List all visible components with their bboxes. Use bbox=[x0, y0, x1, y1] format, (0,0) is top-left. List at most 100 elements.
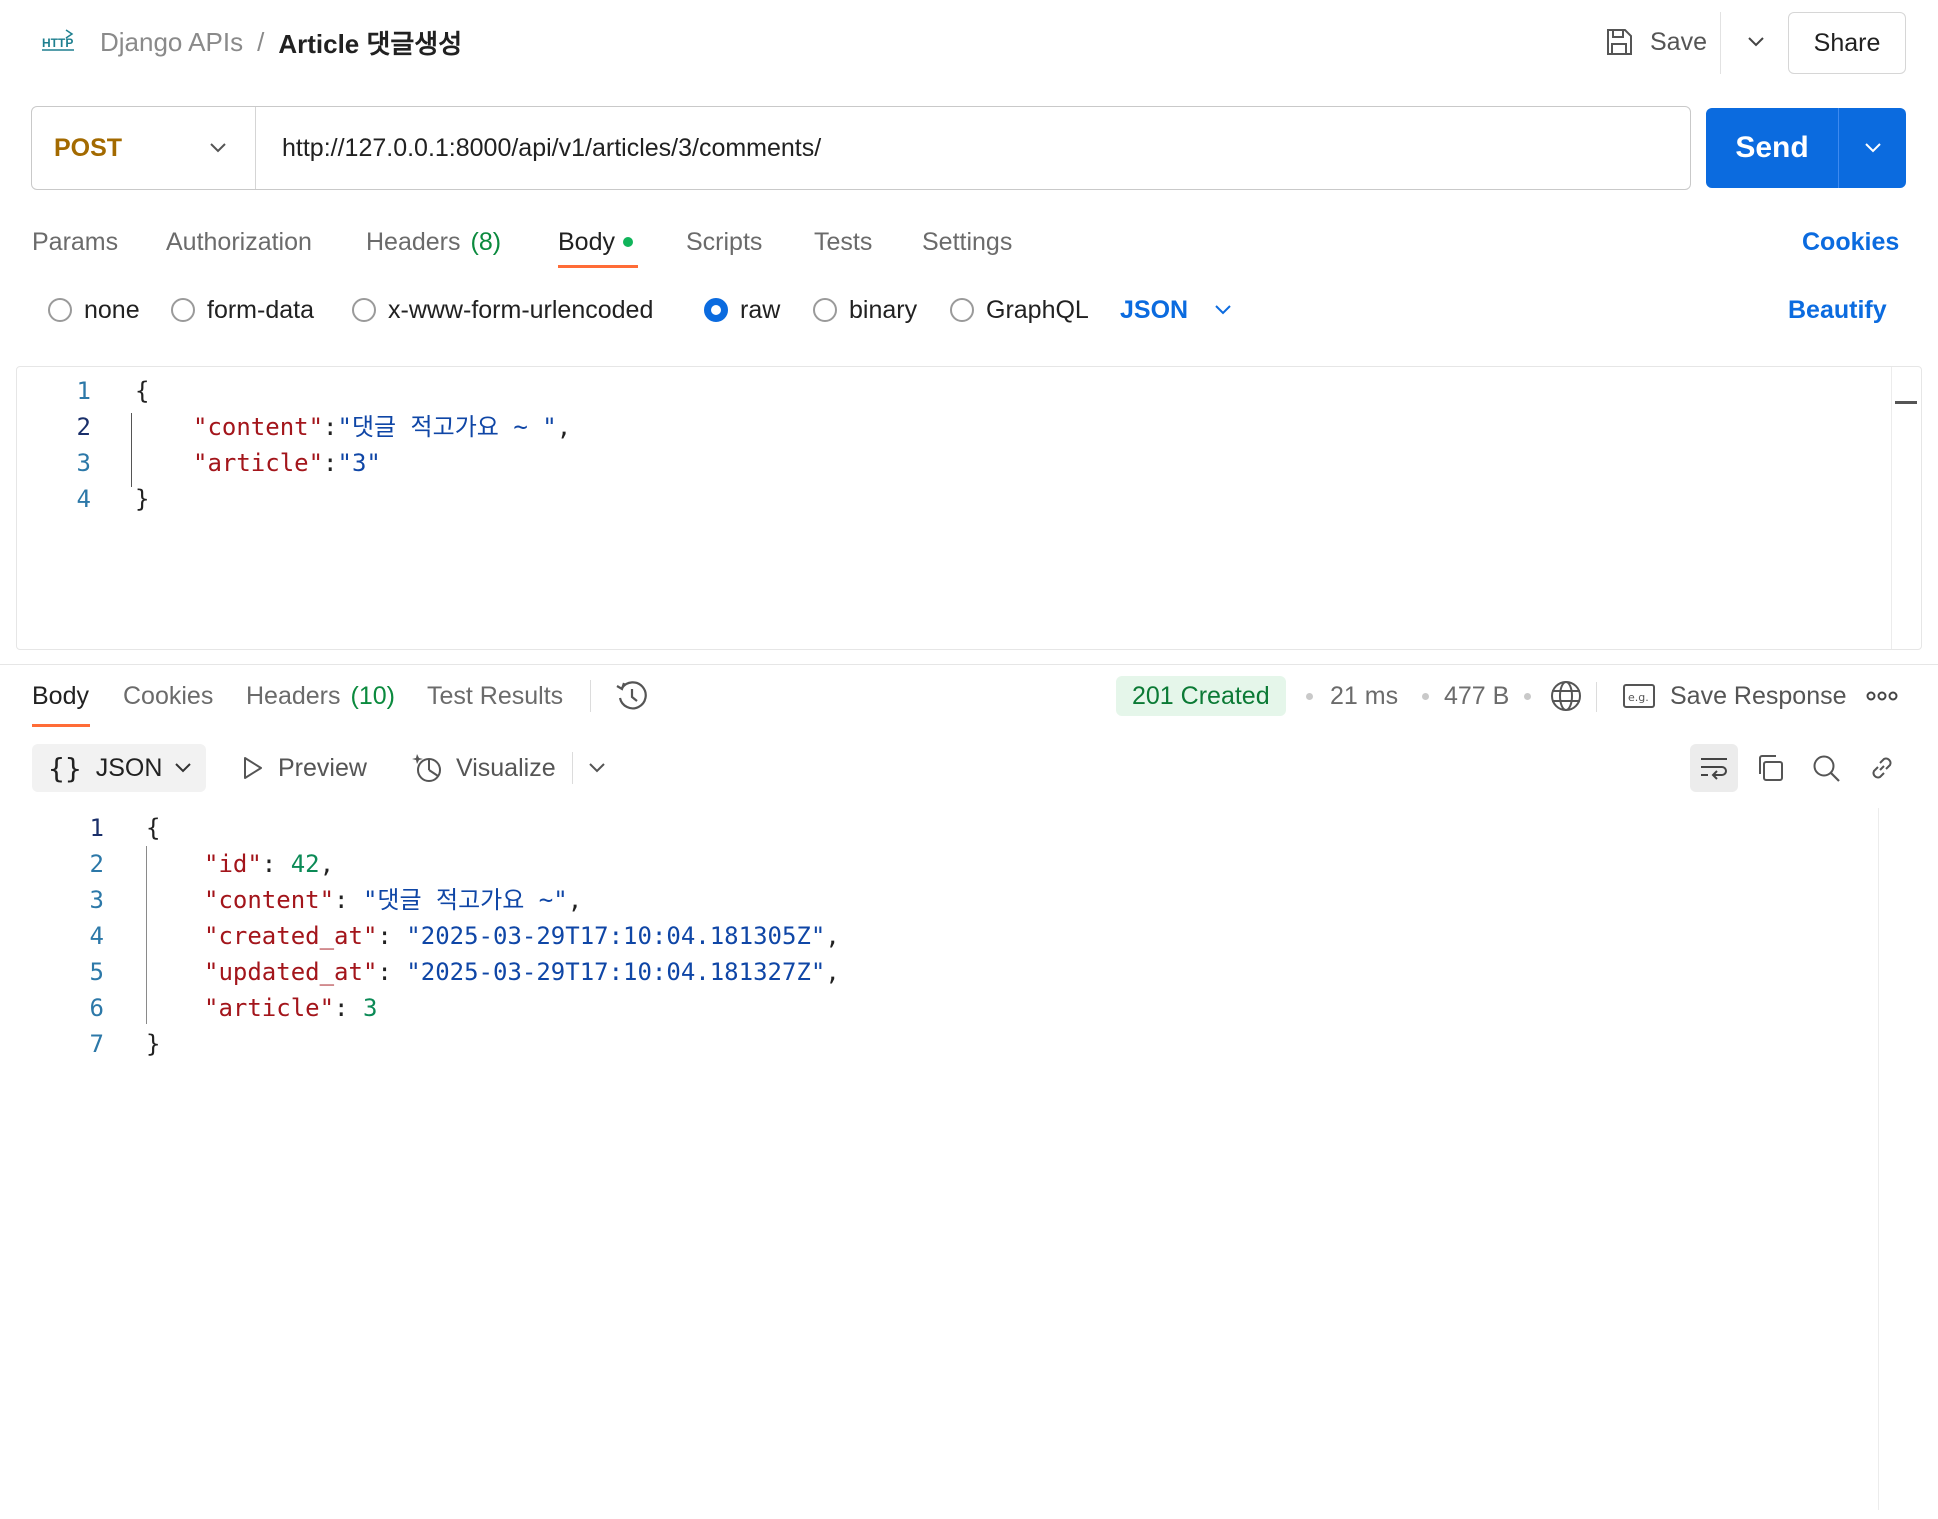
code-line: 1 { bbox=[17, 373, 571, 409]
radio-none[interactable]: none bbox=[48, 290, 140, 330]
tab-headers[interactable]: Headers (8) bbox=[366, 220, 501, 264]
globe-icon[interactable] bbox=[1548, 678, 1584, 714]
response-tab-test-results[interactable]: Test Results bbox=[427, 674, 563, 718]
radio-raw[interactable]: raw bbox=[704, 290, 780, 330]
request-name[interactable]: Article 댓글생성 bbox=[278, 24, 462, 61]
meta-dot bbox=[1306, 693, 1313, 700]
save-options-button[interactable] bbox=[1734, 20, 1778, 64]
beautify-button[interactable]: Beautify bbox=[1788, 290, 1887, 330]
response-tab-cookies[interactable]: Cookies bbox=[123, 674, 213, 718]
send-options-button[interactable] bbox=[1839, 108, 1906, 188]
json-string: "댓글 적고가요 ~" bbox=[362, 886, 568, 914]
response-tab-headers[interactable]: Headers (10) bbox=[246, 674, 395, 718]
active-tab-indicator bbox=[558, 265, 638, 268]
radio-circle-selected bbox=[704, 298, 728, 322]
code-text: "content": "댓글 적고가요 ~", bbox=[104, 882, 582, 918]
more-options-icon[interactable] bbox=[1866, 682, 1898, 710]
indent-guide bbox=[131, 413, 132, 487]
editor-scrollbar[interactable] bbox=[1891, 367, 1921, 649]
send-button-group: Send bbox=[1706, 108, 1906, 188]
pane-resizer[interactable] bbox=[0, 664, 1938, 665]
radio-graphql[interactable]: GraphQL bbox=[950, 290, 1089, 330]
response-body-viewer[interactable]: 1 { 2 "id": 42, 3 "content": "댓글 적고가요 ~"… bbox=[0, 810, 840, 1062]
radio-label: raw bbox=[740, 295, 781, 324]
json-number: 3 bbox=[362, 994, 378, 1022]
tab-scripts[interactable]: Scripts bbox=[686, 220, 762, 264]
search-button[interactable] bbox=[1802, 744, 1850, 792]
scrollbar-thumb[interactable] bbox=[1895, 401, 1917, 404]
response-size[interactable]: 477 B bbox=[1444, 676, 1509, 716]
code-text: "content":"댓글 적고가요 ~ ", bbox=[91, 409, 571, 445]
radio-form-data[interactable]: form-data bbox=[171, 290, 314, 330]
divider bbox=[572, 752, 573, 784]
response-tab-body[interactable]: Body bbox=[32, 674, 89, 718]
save-divider bbox=[1720, 12, 1721, 74]
url-input[interactable]: http://127.0.0.1:8000/api/v1/articles/3/… bbox=[256, 134, 1690, 163]
share-button[interactable]: Share bbox=[1788, 12, 1906, 74]
status-badge[interactable]: 201 Created bbox=[1116, 676, 1286, 716]
json-string: "3" bbox=[337, 449, 381, 477]
json-colon: : bbox=[323, 413, 338, 441]
visualize-button[interactable]: Visualize bbox=[412, 744, 556, 792]
method-select[interactable]: POST bbox=[32, 107, 256, 189]
json-key: "created_at" bbox=[204, 922, 378, 950]
tab-body[interactable]: Body bbox=[558, 220, 633, 264]
link-button[interactable] bbox=[1858, 744, 1906, 792]
radio-circle bbox=[48, 298, 72, 322]
tab-settings[interactable]: Settings bbox=[922, 220, 1012, 264]
json-colon: : bbox=[323, 449, 338, 477]
code-line: 5 "updated_at": "2025-03-29T17:10:04.181… bbox=[0, 954, 840, 990]
tab-label: Authorization bbox=[166, 227, 312, 256]
history-icon[interactable] bbox=[614, 678, 650, 714]
radio-binary[interactable]: binary bbox=[813, 290, 917, 330]
save-button[interactable]: Save bbox=[1604, 20, 1707, 64]
wrap-lines-button[interactable] bbox=[1690, 744, 1738, 792]
meta-dot bbox=[1524, 693, 1531, 700]
active-tab-indicator bbox=[32, 724, 90, 727]
json-string: "2025-03-29T17:10:04.181327Z" bbox=[406, 958, 826, 986]
headers-count: (8) bbox=[470, 227, 502, 256]
code-line: 4 } bbox=[17, 481, 571, 517]
breadcrumb-separator: / bbox=[257, 26, 265, 57]
save-response-button[interactable]: e.g. Save Response bbox=[1622, 676, 1847, 716]
send-button[interactable]: Send bbox=[1706, 131, 1838, 165]
preview-button[interactable]: Preview bbox=[242, 744, 367, 792]
code-line: 1 { bbox=[0, 810, 840, 846]
response-format-select[interactable]: {} JSON bbox=[32, 744, 206, 792]
visualize-icon bbox=[412, 754, 441, 782]
radio-urlencoded[interactable]: x-www-form-urlencoded bbox=[352, 290, 653, 330]
tab-label: Body bbox=[558, 227, 615, 256]
url-bar: POST http://127.0.0.1:8000/api/v1/articl… bbox=[31, 106, 1691, 190]
tab-authorization[interactable]: Authorization bbox=[166, 220, 312, 264]
radio-label: binary bbox=[849, 295, 918, 324]
json-colon: : bbox=[261, 850, 291, 878]
json-string: "댓글 적고가요 ~ " bbox=[337, 413, 557, 441]
save-label: Save bbox=[1650, 27, 1707, 56]
request-code: 1 { 2 "content":"댓글 적고가요 ~ ", 3 "article… bbox=[17, 373, 572, 517]
code-line: 7 } bbox=[0, 1026, 840, 1062]
json-key: "id" bbox=[204, 850, 262, 878]
tab-params[interactable]: Params bbox=[32, 220, 118, 264]
radio-label: x-www-form-urlencoded bbox=[388, 295, 654, 324]
search-icon bbox=[1813, 755, 1840, 782]
language-select[interactable]: JSON bbox=[1120, 290, 1232, 330]
radio-circle bbox=[352, 298, 376, 322]
cookies-link[interactable]: Cookies bbox=[1802, 220, 1899, 264]
request-body-editor[interactable]: 1 { 2 "content":"댓글 적고가요 ~ ", 3 "article… bbox=[16, 366, 1922, 650]
tab-label: Test Results bbox=[427, 681, 564, 710]
response-time[interactable]: 21 ms bbox=[1330, 676, 1398, 716]
collection-link[interactable]: Django APIs bbox=[100, 27, 243, 58]
tab-label: Headers bbox=[246, 681, 341, 710]
chevron-down-icon[interactable] bbox=[586, 752, 608, 784]
line-number: 5 bbox=[89, 958, 104, 986]
divider bbox=[1596, 682, 1597, 712]
copy-button[interactable] bbox=[1746, 744, 1794, 792]
tab-tests[interactable]: Tests bbox=[814, 220, 872, 264]
json-colon: : bbox=[377, 922, 407, 950]
response-scrollbar[interactable] bbox=[1878, 808, 1879, 1510]
line-number: 2 bbox=[89, 850, 104, 878]
json-key: "updated_at" bbox=[204, 958, 378, 986]
indent-guide bbox=[146, 846, 147, 1024]
play-icon bbox=[244, 757, 262, 779]
line-number: 6 bbox=[89, 994, 104, 1022]
